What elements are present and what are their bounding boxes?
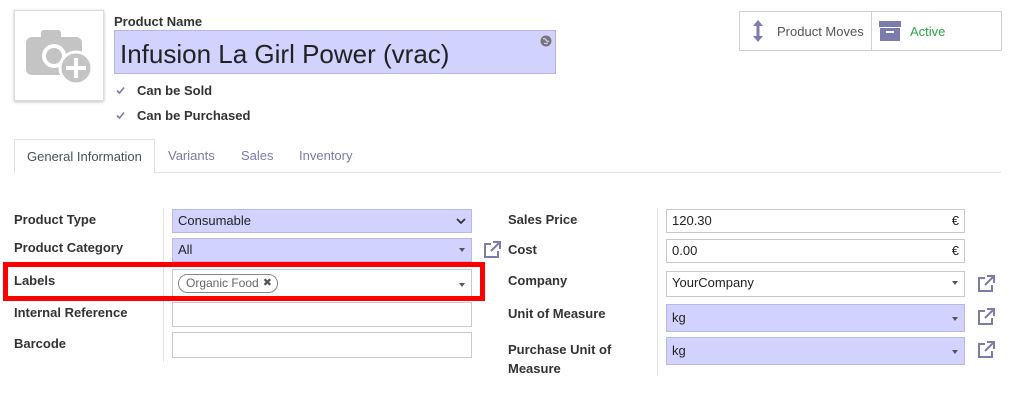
column-separator [657,208,658,376]
archive-box-icon [879,21,901,41]
internal-reference-label: Internal Reference [14,305,128,320]
product-category-label: Product Category [14,240,124,255]
internal-reference-input[interactable] [172,302,472,327]
external-link-icon[interactable] [976,274,996,294]
company-field[interactable]: YourCompany [666,271,965,297]
product-moves-button[interactable]: Product Moves [740,12,872,50]
tab-inventory[interactable]: Inventory [299,139,352,174]
currency-symbol: € [951,213,959,228]
currency-symbol: € [951,243,959,258]
uom-label: Unit of Measure [508,306,606,321]
can-be-purchased-checkbox[interactable]: Can be Purchased [114,108,250,123]
barcode-input[interactable] [172,332,472,358]
labels-highlight-box [3,262,485,301]
uom-field[interactable]: kg [666,304,965,332]
camera-plus-icon [26,29,94,85]
notebook-tabs: General Information Variants Sales Inven… [14,139,1001,174]
cost-input[interactable]: 0.00 € [666,239,965,263]
tab-general-information[interactable]: General Information [14,139,155,174]
active-status-label: Active [910,23,946,39]
product-name-value: Infusion La Girl Power (vrac) [120,39,450,69]
purchase-uom-label: Purchase Unit of Measure [508,340,611,378]
caret-down-icon [952,350,958,354]
product-name-input[interactable]: Infusion La Girl Power (vrac) [114,30,556,74]
cost-label: Cost [508,242,537,257]
external-link-icon[interactable] [976,307,996,327]
caret-down-icon [952,317,958,321]
company-label: Company [508,273,568,288]
product-image[interactable] [14,10,104,101]
can-be-sold-checkbox[interactable]: Can be Sold [114,83,212,98]
cost-value: 0.00 [672,243,698,258]
can-be-sold-label: Can be Sold [137,83,213,98]
barcode-label: Barcode [14,336,67,351]
product-moves-label: Product Moves [777,23,864,39]
product-type-select[interactable]: Consumable [172,209,472,233]
product-category-value: All [178,242,193,257]
vertical-arrows-icon [753,20,763,42]
uom-value: kg [672,310,686,325]
sales-price-input[interactable]: 120.30 € [666,209,965,233]
product-category-field[interactable]: All [172,238,472,262]
caret-down-icon [952,281,958,285]
smart-buttons: Product Moves Active [739,11,1002,51]
checkmark-icon [114,109,127,122]
external-link-icon[interactable] [482,240,502,260]
globe-icon[interactable] [540,35,552,47]
sales-price-label: Sales Price [508,212,578,227]
tab-variants[interactable]: Variants [168,139,215,174]
purchase-uom-label-line1: Purchase Unit of [508,342,612,357]
tab-sales[interactable]: Sales [241,139,274,174]
purchase-uom-value: kg [672,343,686,358]
purchase-uom-label-line2: Measure [508,361,561,376]
chevron-down-icon [456,218,466,225]
company-value: YourCompany [672,275,754,290]
product-type-label: Product Type [14,212,97,227]
sales-price-value: 120.30 [672,213,712,228]
product-type-value: Consumable [178,213,251,228]
caret-down-icon [459,248,465,252]
checkmark-icon [114,84,127,97]
external-link-icon[interactable] [976,340,996,360]
product-name-label: Product Name [114,14,203,29]
active-toggle-button[interactable]: Active [872,12,1001,50]
purchase-uom-field[interactable]: kg [666,337,965,365]
can-be-purchased-label: Can be Purchased [137,108,251,123]
